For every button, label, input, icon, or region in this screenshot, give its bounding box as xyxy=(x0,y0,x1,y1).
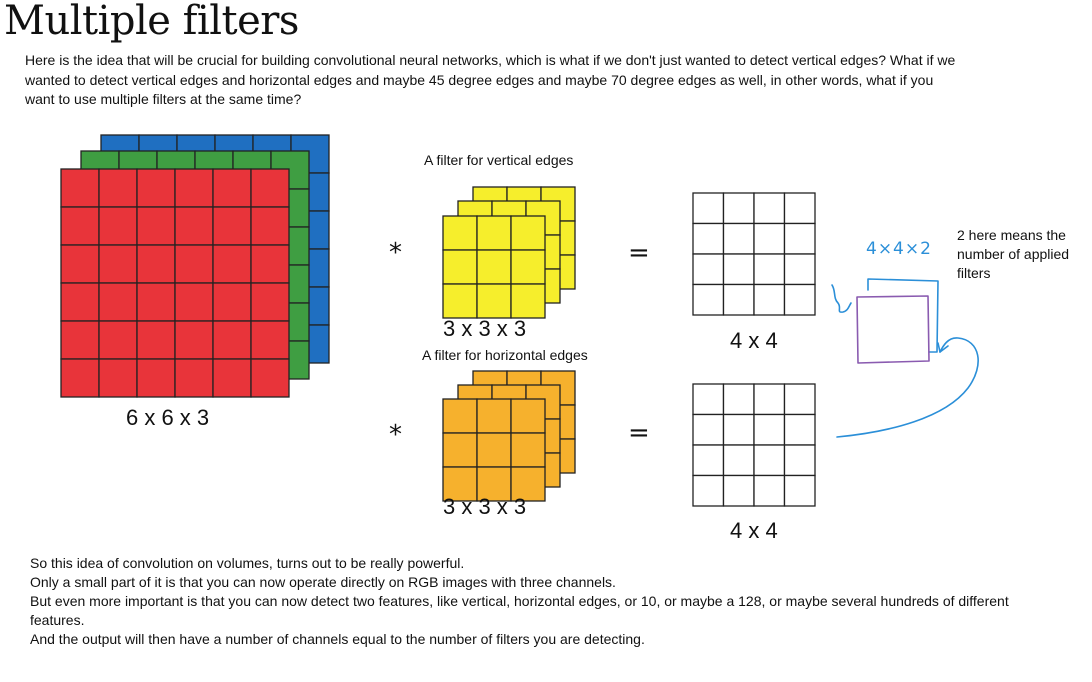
equals-sign-1: = xyxy=(628,238,650,268)
filter1-dimension-label: 3 x 3 x 3 xyxy=(443,316,527,341)
output-grid-2 xyxy=(692,383,816,507)
filter-horizontal-layer-1 xyxy=(442,398,546,502)
output-grid-2-cells xyxy=(692,383,816,507)
output1-dimension-label: 4 x 4 xyxy=(730,328,778,353)
convolution-operator-2: * xyxy=(389,420,402,450)
output-grid-1-cells xyxy=(692,192,816,316)
filter-vertical-label: A filter for vertical edges xyxy=(424,152,574,168)
outro-line-4: And the output will then have a number o… xyxy=(30,631,645,647)
outro-line-1: So this idea of convolution on volumes, … xyxy=(30,555,465,571)
input-volume xyxy=(60,134,330,398)
input-channel-red xyxy=(60,168,290,398)
output2-dimension-label: 4 x 4 xyxy=(730,518,778,543)
filter-horizontal-label: A filter for horizontal edges xyxy=(422,347,588,363)
equals-sign-2: = xyxy=(628,418,650,448)
filter-vertical-edges xyxy=(442,186,576,319)
filters-note: 2 here means the number of applied filte… xyxy=(957,227,1070,281)
output-grid-1 xyxy=(692,192,816,316)
filter-vertical-layer-1 xyxy=(442,215,546,319)
input-dimension-label: 6 x 6 x 3 xyxy=(126,405,210,430)
filter2-dimension-label: 3 x 3 x 3 xyxy=(443,494,527,519)
filter-horizontal-edges xyxy=(442,370,576,502)
outro-line-2: Only a small part of it is that you can … xyxy=(30,574,616,590)
handwritten-output-dimension: 4×4×2 xyxy=(866,239,932,259)
outro-line-3: But even more important is that you can … xyxy=(30,593,1009,628)
curly-brace-stroke xyxy=(831,284,852,313)
convolution-operator-1: * xyxy=(389,238,402,268)
front-square-stroke xyxy=(856,295,930,364)
handwritten-annotation xyxy=(831,278,979,438)
outro-paragraph: So this idea of convolution on volumes, … xyxy=(30,554,1020,649)
